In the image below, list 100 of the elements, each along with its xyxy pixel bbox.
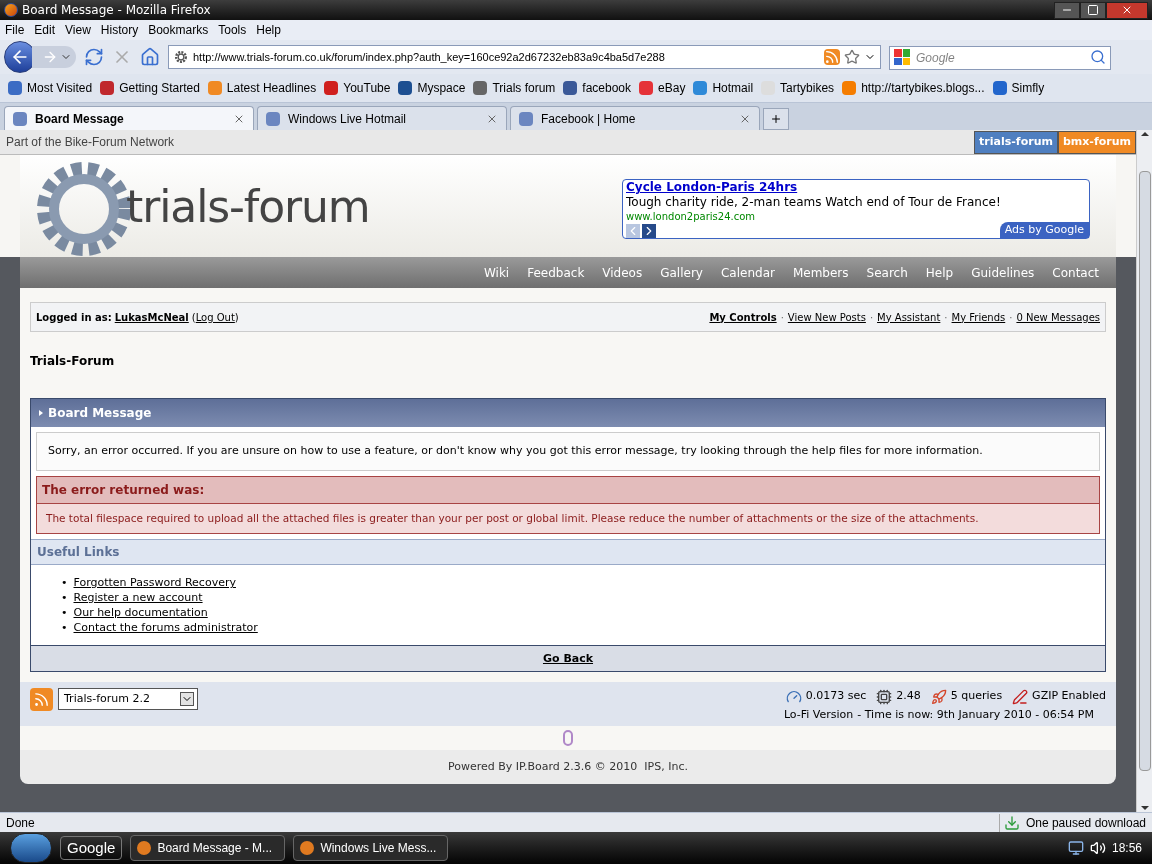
stat-text: 2.48 [896,688,921,705]
nav-link[interactable]: Feedback [520,263,592,282]
bookmark-item[interactable]: facebook [559,79,636,97]
start-button[interactable] [10,833,52,863]
nav-link[interactable]: Search [859,263,915,282]
ad-url: www.london2paris24.com [626,210,757,223]
minimize-button[interactable] [1054,1,1080,19]
separator-text: · [1009,310,1013,325]
reload-icon[interactable] [84,47,104,67]
user-link[interactable]: My Controls [709,309,777,325]
search-icon[interactable] [1090,49,1106,65]
search-field[interactable]: Google [889,46,1111,70]
status-text: Done [6,814,35,832]
bullet-text: • [61,590,68,606]
user-link[interactable]: View New Posts [787,309,866,325]
menu-item[interactable]: View [60,21,96,39]
forward-arrow-icon [42,49,58,65]
ad-title-link[interactable]: Cycle London-Paris 24hrs [626,180,1089,195]
nav-link[interactable]: Gallery [653,263,710,282]
user-link[interactable]: My Friends [951,309,1006,325]
nav-link[interactable]: Videos [595,263,650,282]
close-icon [1121,4,1133,16]
network-text: Part of the Bike-Forum Network [5,134,175,151]
useful-links-heading: Useful Links [31,539,1105,566]
ads-badge[interactable]: Ads by Google [999,221,1089,238]
chip-icon [876,688,893,705]
maximize-icon [1087,4,1099,16]
ad-text: Tough charity ride, 2-man teams Watch end of Tour de France! [626,195,1002,210]
volume-icon[interactable] [1089,840,1106,856]
user-link[interactable]: 0 New Messages [1016,309,1100,325]
new-tab-button[interactable] [763,108,789,130]
star-icon[interactable] [844,49,860,65]
browser-tab[interactable]: Windows Live Hotmail [257,106,507,130]
useful-link[interactable]: Forgotten Password Recovery [73,575,236,591]
go-back-link[interactable]: Go Back [542,650,594,667]
bookmark-item[interactable]: http://tartybikes.blogs... [838,79,989,97]
address-field[interactable]: http://www.trials-forum.co.uk/forum/index.php?auth_key=160ce92a2d67232eb83a9c4ba5d7e288 [168,45,881,69]
rss-icon[interactable] [30,688,53,712]
bookmark-item[interactable]: Hotmail [689,79,758,97]
bookmark-item[interactable]: Trials forum [469,79,560,97]
browser-tab[interactable]: Board Message [4,106,254,130]
home-icon[interactable] [140,47,160,67]
useful-link[interactable]: Our help documentation [73,605,208,621]
clock-text[interactable]: 18:56 [1111,839,1142,857]
lofi-link[interactable]: Lo-Fi Version [783,706,854,724]
bullet-text: • [61,620,68,636]
bookmark-item[interactable]: Most Visited [4,79,97,97]
close-button[interactable] [1106,1,1148,19]
stat-text: 5 queries [950,688,1003,705]
nav-link[interactable]: Contact [1045,263,1106,282]
menu-item[interactable]: Help [251,21,286,39]
rss-icon[interactable] [824,49,840,65]
separator-text: · [780,310,784,325]
google-taskbar-button[interactable]: Google [60,836,123,860]
useful-link[interactable]: Contact the forums administrator [73,620,258,636]
bookmark-item[interactable]: Myspace [394,79,470,97]
taskbar-item[interactable]: Board Message - M... [130,835,286,861]
nav-link[interactable]: Guidelines [964,263,1042,282]
network-site-link[interactable]: trials-forum [974,130,1058,154]
nav-link[interactable]: Members [785,263,856,282]
stat-text: 0.0173 sec [805,688,867,705]
menu-item[interactable]: File [0,21,30,39]
network-icon[interactable] [1067,840,1084,856]
site-gear-icon [173,49,189,65]
bookmark-item[interactable]: eBay [635,79,690,97]
username-link[interactable]: LukasMcNeal [114,309,189,325]
menu-item[interactable]: Bookmarks [143,21,214,39]
bookmark-item[interactable]: Getting Started [96,79,204,97]
menu-item[interactable]: Edit [29,21,61,39]
url-text: http://www.trials-forum.co.uk/forum/index.php?auth_key=160ce92a2d67232eb83a9c4ba5d7e288 [193,49,665,65]
paren-text: ( [191,310,196,325]
logged-in-label: Logged in as: [36,310,112,325]
bookmark-item[interactable]: Simfly [988,79,1049,97]
menu-item[interactable]: Tools [213,21,252,39]
bookmark-item[interactable]: Latest Headlines [203,79,321,97]
browser-tab[interactable]: Facebook | Home [510,106,760,130]
skin-select[interactable]: Trials-forum 2.2 [58,688,198,711]
user-link[interactable]: My Assistant [877,309,941,325]
intro-text: Sorry, an error occurred. If you are unsure on how to use a feature, or don't know why you got this error message, try looking through the help files for more information. [36,432,1100,471]
pen-icon [1012,688,1029,705]
bookmark-item[interactable]: Tartybikes [757,79,839,97]
google-icon [894,49,910,65]
useful-link[interactable]: Register a new account [73,590,203,606]
taskbar-item[interactable]: Windows Live Mess... [293,835,449,861]
download-icon[interactable] [1003,814,1020,831]
separator-text: · [944,310,948,325]
download-status[interactable]: One paused download [1025,813,1146,832]
logout-link[interactable]: Log Out [195,309,235,325]
bookmark-item[interactable]: YouTube [320,79,395,97]
next-icon[interactable] [642,224,656,238]
separator-text: · [869,310,874,325]
error-text: The total filespace required to upload all the attached files is greater than your per post or global limit. Please reduce the number of attachments or the size of the attachments. [45,510,980,526]
nav-link[interactable]: Calendar [713,263,782,282]
nav-link[interactable]: Wiki [476,263,517,282]
window-title: Board Message - Mozilla Firefox [22,2,211,19]
firefox-icon [4,3,18,17]
maximize-button[interactable] [1080,1,1106,19]
nav-link[interactable]: Help [918,263,961,282]
menu-item[interactable]: History [95,21,144,39]
time-text: - Time is now: 9th January 2010 - 06:54 PM [857,706,1094,723]
